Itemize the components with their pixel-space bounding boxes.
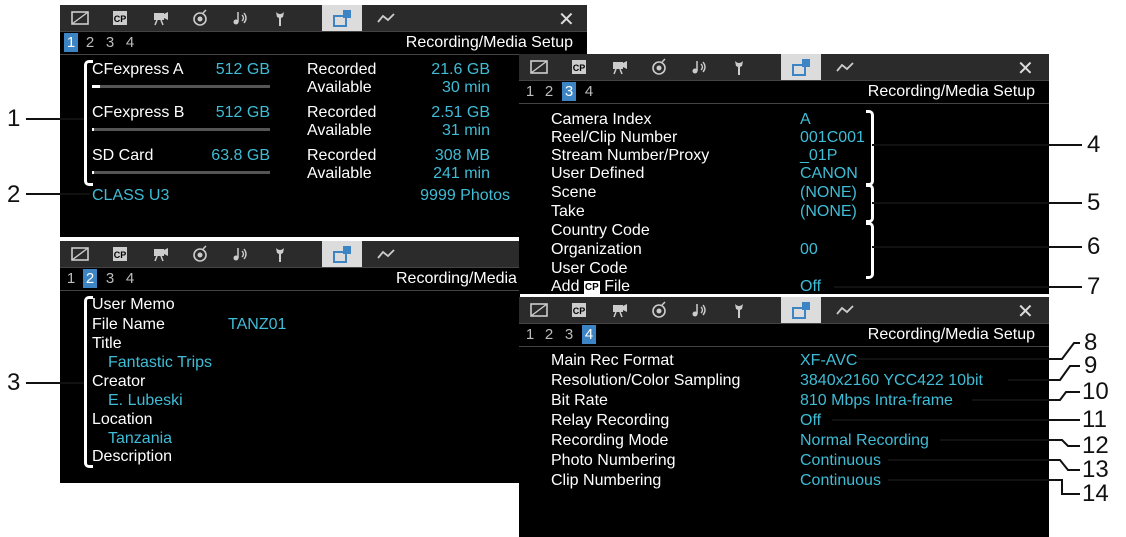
leader-line-13 xyxy=(888,459,1080,471)
callout-14: 14 xyxy=(1082,480,1109,507)
callout-4: 4 xyxy=(1087,131,1101,158)
callout-7: 7 xyxy=(1087,273,1101,300)
callout-1: 1 xyxy=(7,105,21,132)
callout-10: 10 xyxy=(1082,378,1109,405)
callout-lines xyxy=(26,118,1082,495)
callout-6: 6 xyxy=(1087,233,1101,260)
leader-line-9 xyxy=(1008,365,1080,381)
callout-2: 2 xyxy=(7,181,21,208)
callout-3: 3 xyxy=(7,369,21,396)
leader-line-8 xyxy=(858,342,1080,360)
callout-9: 9 xyxy=(1084,352,1098,379)
leader-line-10 xyxy=(972,391,1080,401)
callout-5: 5 xyxy=(1087,189,1101,216)
leader-line-14 xyxy=(888,479,1080,495)
callout-11: 11 xyxy=(1082,406,1107,433)
leader-line-12 xyxy=(940,439,1080,447)
